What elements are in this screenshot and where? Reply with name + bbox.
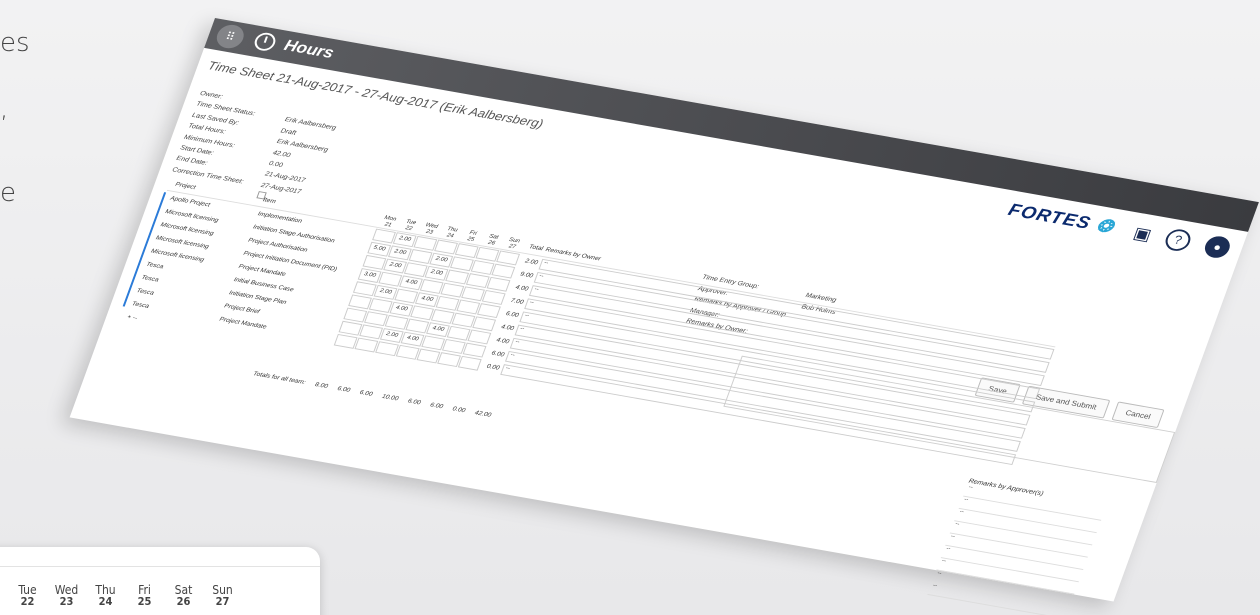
card-day-num: 23 [59,595,74,608]
card-day-header: Sat 26 [164,584,203,608]
row-total: 7.00 [509,297,525,306]
card-day-header: Thu 24 [86,584,125,608]
total-value: 6.00 [429,401,444,411]
total-value: 0.00 [451,405,467,415]
card-day-header: Sun 27 [203,584,242,608]
row-total: 6.00 [504,310,520,319]
card-day-num: 25 [137,595,152,608]
user-icon[interactable]: ● [1201,234,1234,260]
card-day-header: Fri 25 [125,584,164,608]
app-title: Hours [281,36,337,62]
total-value: 8.00 [314,381,329,390]
row-total: 2.00 [524,257,539,267]
help-icon[interactable]: ? [1162,227,1194,253]
day-card: Tue 22 Wed 23 Thu 24 Fri 25 Sat 26 Sun 27 [0,547,320,615]
card-days: Tue 22 Wed 23 Thu 24 Fri 25 Sat 26 Sun 27 [8,584,242,608]
card-day-num: 24 [98,595,113,608]
row-total: 4.00 [514,284,530,293]
timesheet-grid: Project Item Mon 21 Tue 22 Wed 23 Thu 24 Fri… [119,176,1061,479]
totals-label: Totals for all team: [252,370,307,386]
card-day-num: 27 [215,595,230,608]
row-total: 6.00 [490,350,506,359]
grid-icon[interactable]: ⠿ [213,22,248,51]
logo-text: FORTES [1005,200,1094,234]
total-header: Total [527,243,544,253]
row-total: 0.00 [485,363,501,372]
card-day-num: 22 [20,595,35,608]
row-total: 4.00 [495,336,511,346]
timer-icon [251,31,279,53]
app-stage: ⠿ Hours FORTES ❂ ▣ ? ● Time Sheet 21-Aug… [0,0,1260,615]
card-day-header: Tue 22 [8,584,47,608]
total-value: 6.00 [336,385,352,394]
card-divider [0,566,320,567]
row-total: 4.00 [500,323,515,333]
total-value: 6.00 [406,397,422,407]
approver-remarks-rows: -- -- -- -- -- -- -- -- -- [927,484,1106,615]
row-total: 9.00 [519,271,534,280]
card-day-header: Wed 23 [47,584,86,608]
chat-icon[interactable]: ▣ [1127,221,1158,246]
total-value: 10.00 [380,393,400,403]
approver-remarks: Remarks by Approver(s) -- -- -- -- -- -- -- -- -… [927,478,1107,615]
total-value: 42.00 [473,409,493,419]
logo-swirl-icon: ❂ [1093,216,1117,238]
total-value: 6.00 [358,389,374,398]
grid-rows: Apollo Project Implementation 2.00 2.00 -- Mi… [124,191,1055,466]
app-window: ⠿ Hours FORTES ❂ ▣ ? ● Time Sheet 21-Aug… [69,18,1259,615]
card-day-num: 26 [176,595,191,608]
